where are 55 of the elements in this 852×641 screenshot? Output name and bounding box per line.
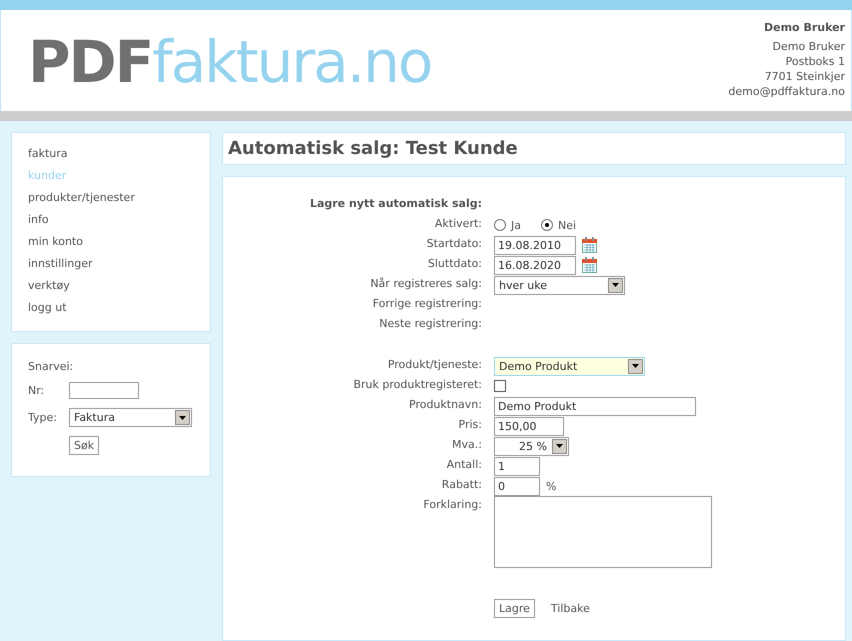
field-label: Pris: <box>458 417 482 433</box>
percent-sign: % <box>546 480 556 492</box>
text-field[interactable]: 0 <box>494 476 540 496</box>
text-field[interactable]: 150,00 <box>494 416 564 436</box>
nav-link[interactable]: innstillinger <box>28 257 194 271</box>
field-label: Produktnavn: <box>408 397 482 413</box>
field-label: Rabatt: <box>440 477 482 493</box>
address-line: Postboks 1 <box>786 54 845 69</box>
shortcut-title: Snarvei: <box>28 360 74 373</box>
date-field[interactable]: 19.08.2010 <box>494 236 576 254</box>
field-label: Forrige registrering: <box>372 296 482 312</box>
calendar-icon[interactable] <box>582 237 597 253</box>
page-title: Automatisk salg: Test Kunde <box>228 138 518 159</box>
radio-button[interactable] <box>494 219 506 231</box>
type-dropdown[interactable]: Faktura <box>69 408 192 427</box>
field-label: Bruk produktregisteret: <box>352 377 482 393</box>
text-field[interactable]: Demo Produkt <box>494 396 696 416</box>
field-label: Type: <box>28 411 58 424</box>
dropdown[interactable]: hver uke <box>494 276 625 294</box>
field-label: Nr: <box>28 384 46 397</box>
logo: PDFfaktura.no <box>28 27 432 98</box>
field-label: Antall: <box>446 457 482 473</box>
field-label: Forklaring: <box>422 497 482 513</box>
field-label: Neste registrering: <box>378 316 482 332</box>
field-label: Aktivert: <box>434 216 482 232</box>
address-line: demo@pdffaktura.no <box>728 84 845 99</box>
address-line: Demo Bruker <box>772 39 845 54</box>
dropdown[interactable]: 25 % <box>494 436 569 456</box>
user-name: Demo Bruker <box>764 21 845 34</box>
address-line: 7701 Steinkjer <box>764 69 845 84</box>
save-button[interactable]: Lagre <box>494 598 535 618</box>
field-label: Sluttdato: <box>426 256 482 272</box>
calendar-icon[interactable] <box>582 257 597 273</box>
form-heading: Lagre nytt automatisk salg: <box>308 196 482 212</box>
back-link[interactable]: Tilbake <box>550 602 590 614</box>
dropdown[interactable]: Demo Produkt <box>494 356 645 376</box>
nav-link[interactable]: produkter/tjenester <box>28 191 194 205</box>
radio-label: Nei <box>558 218 576 232</box>
nav-link[interactable]: info <box>28 213 194 227</box>
field-label: Produkt/tjeneste: <box>386 357 482 373</box>
field-label: Startdato: <box>426 236 482 252</box>
nav-link[interactable]: faktura <box>28 147 194 161</box>
date-field[interactable]: 16.08.2020 <box>494 256 576 274</box>
search-button[interactable]: Søk <box>69 436 100 455</box>
field-label: Mva.: <box>451 437 482 453</box>
nav-link[interactable]: verktøy <box>28 279 194 293</box>
text-field[interactable]: 1 <box>494 456 540 476</box>
nav-link[interactable]: logg ut <box>28 301 194 315</box>
number-field[interactable] <box>69 382 139 399</box>
field-label: Når registreres salg: <box>369 276 482 292</box>
text-area[interactable] <box>494 496 712 568</box>
checkbox[interactable] <box>494 380 506 392</box>
radio-button[interactable] <box>541 219 553 231</box>
nav-link[interactable]: min konto <box>28 235 194 249</box>
radio-label: Ja <box>511 218 521 232</box>
